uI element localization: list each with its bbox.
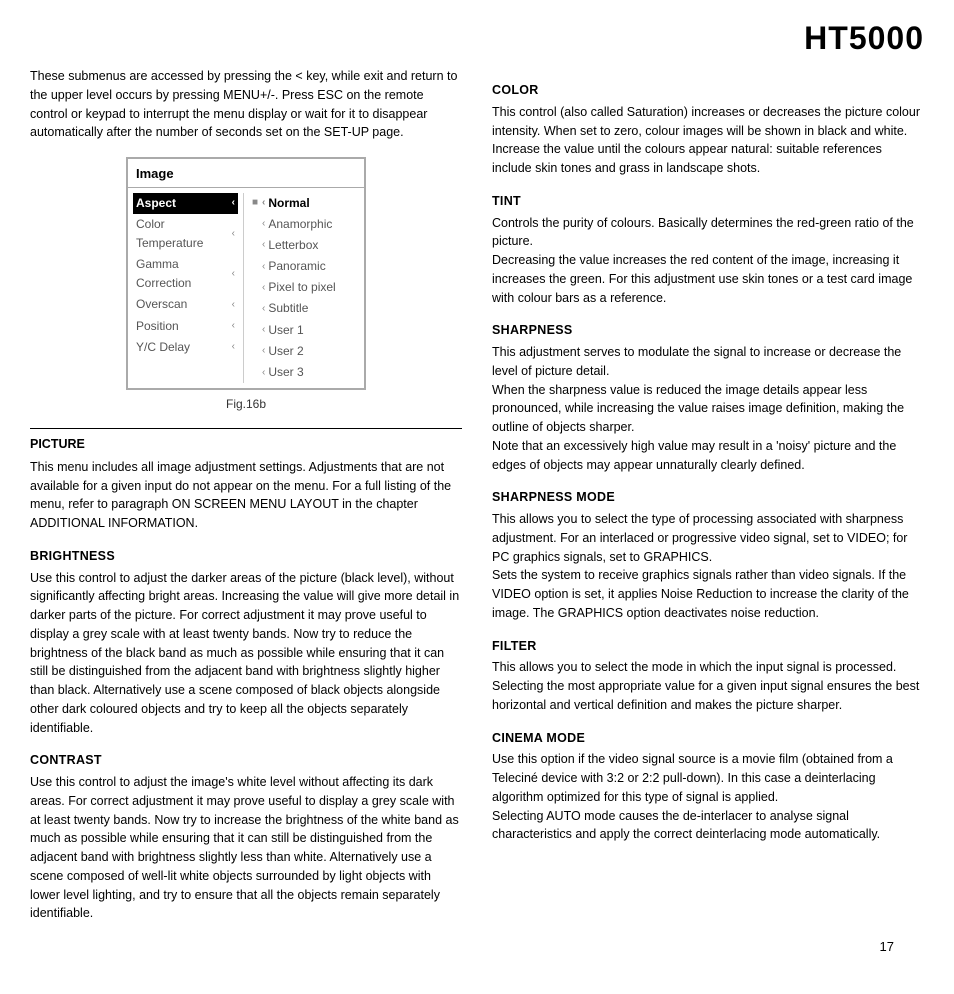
filter-text: This allows you to select the mode in wh… <box>492 658 924 714</box>
brightness-heading: BRIGHTNESS <box>30 547 462 566</box>
picture-heading: PICTURE <box>30 435 462 454</box>
letterbox-rarrow: ‹ <box>262 237 265 253</box>
menu-title: Image <box>128 159 364 188</box>
color-temp-arrow: ‹ <box>232 226 235 242</box>
normal-bullet: ■ <box>252 195 262 211</box>
anamorphic-rarrow: ‹ <box>262 216 265 232</box>
page-title: HT5000 <box>30 20 924 57</box>
menu-right-user3[interactable]: ‹ User 3 <box>249 362 359 383</box>
menu-right-panoramic-label: Panoramic <box>268 257 325 276</box>
panoramic-rarrow: ‹ <box>262 259 265 275</box>
aspect-arrow: ‹ <box>232 195 235 211</box>
menu-right-normal-label: Normal <box>268 194 309 213</box>
menu-right-letterbox[interactable]: ‹ Letterbox <box>249 235 359 256</box>
menu-item-yc-delay-label: Y/C Delay <box>136 338 190 357</box>
menu-right-user1[interactable]: ‹ User 1 <box>249 320 359 341</box>
menu-item-aspect[interactable]: Aspect ‹ <box>133 193 238 214</box>
image-menu-box: Image Aspect ‹ Color Temperature ‹ Gamma… <box>126 157 366 390</box>
menu-right-letterbox-label: Letterbox <box>268 236 318 255</box>
menu-right-anamorphic-label: Anamorphic <box>268 215 332 234</box>
menu-right-user1-label: User 1 <box>268 321 303 340</box>
tint-heading: TINT <box>492 192 924 211</box>
menu-item-yc-delay[interactable]: Y/C Delay ‹ <box>133 337 238 358</box>
user1-rarrow: ‹ <box>262 322 265 338</box>
menu-right-panel: ■ ‹ Normal ‹ Anamorphic ‹ Letter <box>243 193 364 384</box>
contrast-heading: CONTRAST <box>30 751 462 770</box>
cinema-mode-heading: CINEMA MODE <box>492 729 924 748</box>
menu-item-overscan-label: Overscan <box>136 295 187 314</box>
position-arrow: ‹ <box>232 318 235 334</box>
menu-right-normal[interactable]: ■ ‹ Normal <box>249 193 359 214</box>
user3-rarrow: ‹ <box>262 365 265 381</box>
menu-item-position[interactable]: Position ‹ <box>133 316 238 337</box>
tint-text: Controls the purity of colours. Basicall… <box>492 214 924 308</box>
menu-item-gamma[interactable]: Gamma Correction ‹ <box>133 254 238 294</box>
picture-divider <box>30 428 462 429</box>
menu-item-gamma-label: Gamma Correction <box>136 255 232 293</box>
menu-item-aspect-label: Aspect <box>136 194 176 213</box>
user2-rarrow: ‹ <box>262 343 265 359</box>
sharpness-mode-heading: SHARPNESS MODE <box>492 488 924 507</box>
page-number: 17 <box>880 939 894 954</box>
menu-item-position-label: Position <box>136 317 179 336</box>
menu-right-user2-label: User 2 <box>268 342 303 361</box>
yc-delay-arrow: ‹ <box>232 339 235 355</box>
menu-right-panoramic[interactable]: ‹ Panoramic <box>249 256 359 277</box>
menu-item-color-temp-label: Color Temperature <box>136 215 232 253</box>
contrast-text: Use this control to adjust the image's w… <box>30 773 462 923</box>
menu-left-panel: Aspect ‹ Color Temperature ‹ Gamma Corre… <box>128 193 243 384</box>
menu-right-pixel[interactable]: ‹ Pixel to pixel <box>249 277 359 298</box>
sharpness-heading: SHARPNESS <box>492 321 924 340</box>
menu-right-subtitle[interactable]: ‹ Subtitle <box>249 298 359 319</box>
overscan-arrow: ‹ <box>232 297 235 313</box>
normal-rarrow: ‹ <box>262 195 265 211</box>
color-heading: COLOR <box>492 81 924 100</box>
sharpness-text: This adjustment serves to modulate the s… <box>492 343 924 474</box>
menu-right-pixel-label: Pixel to pixel <box>268 278 335 297</box>
menu-item-color-temp[interactable]: Color Temperature ‹ <box>133 214 238 254</box>
color-text: This control (also called Saturation) in… <box>492 103 924 178</box>
brightness-text: Use this control to adjust the darker ar… <box>30 569 462 738</box>
menu-right-user2[interactable]: ‹ User 2 <box>249 341 359 362</box>
menu-item-overscan[interactable]: Overscan ‹ <box>133 294 238 315</box>
picture-intro: This menu includes all image adjustment … <box>30 458 462 533</box>
menu-right-user3-label: User 3 <box>268 363 303 382</box>
subtitle-rarrow: ‹ <box>262 301 265 317</box>
menu-right-subtitle-label: Subtitle <box>268 299 308 318</box>
sharpness-mode-text: This allows you to select the type of pr… <box>492 510 924 623</box>
menu-right-anamorphic[interactable]: ‹ Anamorphic <box>249 214 359 235</box>
filter-heading: FILTER <box>492 637 924 656</box>
fig-caption: Fig.16b <box>30 395 462 413</box>
gamma-arrow: ‹ <box>232 266 235 282</box>
intro-text: These submenus are accessed by pressing … <box>30 67 462 142</box>
pixel-rarrow: ‹ <box>262 280 265 296</box>
cinema-mode-text: Use this option if the video signal sour… <box>492 750 924 844</box>
